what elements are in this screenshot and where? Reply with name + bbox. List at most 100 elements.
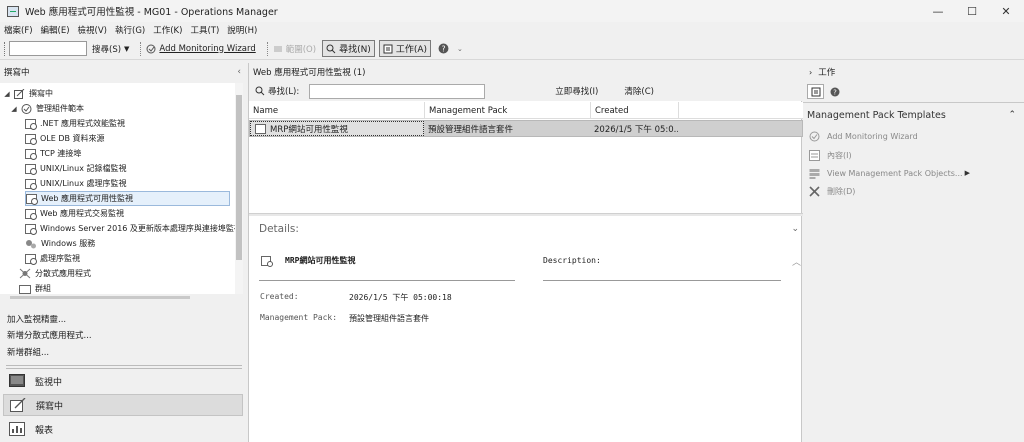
task-delete[interactable]: 刪除(D) — [809, 184, 855, 198]
tree-node-template[interactable]: .NET 應用程式效能監視 — [25, 116, 125, 131]
tree-node-template-selected[interactable]: Web 應用程式可用性監視 — [25, 191, 230, 206]
tree-node-mp-templates[interactable]: ◢ 管理組件範本 — [9, 101, 84, 116]
clear-link[interactable]: 清除(C) — [624, 85, 654, 97]
menu-help[interactable]: 說明(H) — [227, 24, 257, 36]
menu-file[interactable]: 檔案(F) — [4, 24, 33, 36]
monitoring-icon — [9, 374, 25, 387]
cell-name[interactable]: MRP網站可用性監視 — [250, 121, 424, 136]
table-row[interactable]: MRP網站可用性監視 預設管理組件語言套件 2026/1/5 下午 05:0..… — [249, 120, 803, 137]
help-icon[interactable]: ? — [438, 43, 449, 54]
details-underline — [543, 280, 781, 281]
tasks-toggle-button[interactable]: 工作(A) — [378, 40, 432, 57]
expand-arrow-icon[interactable]: ◢ — [2, 90, 12, 98]
new-distributed-app-link[interactable]: 新增分散式應用程式... — [7, 329, 92, 341]
wunderbar-authoring[interactable]: 撰寫中 — [3, 394, 243, 416]
minimize-button[interactable]: — — [921, 0, 955, 22]
task-properties[interactable]: 內容(I) — [809, 148, 852, 162]
column-header-created[interactable]: Created — [591, 102, 679, 119]
distributed-app-icon — [19, 268, 31, 279]
add-monitoring-wizard-label: Add Monitoring Wizard — [159, 43, 256, 54]
template-icon — [25, 178, 37, 190]
find-input[interactable] — [309, 83, 486, 99]
tree-node-distributed-apps[interactable]: 分散式應用程式 — [19, 266, 91, 281]
details-splitter[interactable] — [249, 213, 803, 216]
find-field-label: 尋找(L): — [268, 87, 300, 97]
task-add-monitoring-wizard[interactable]: Add Monitoring Wizard — [809, 129, 918, 143]
wunderbar-label: 監視中 — [35, 377, 63, 388]
toolbar-search-input[interactable] — [9, 41, 87, 56]
tree-node-groups[interactable]: 群組 — [19, 281, 51, 294]
tree-vertical-scrollbar[interactable] — [235, 83, 243, 294]
groups-icon — [19, 284, 31, 294]
find-label: 尋找(N) — [339, 45, 371, 55]
menu-tools[interactable]: 工具(T) — [190, 24, 219, 36]
tree-node-template[interactable]: Web 應用程式交易監視 — [25, 206, 124, 221]
tree-node-template[interactable]: Windows Server 2016 及更新版本處理序與連接埠監視 — [25, 221, 242, 236]
find-button[interactable]: 尋找(N) — [322, 40, 375, 57]
tree-node-template[interactable]: TCP 連接埠 — [25, 146, 81, 161]
wizard-icon — [146, 44, 156, 53]
authoring-icon — [14, 88, 25, 99]
details-mp-value: 預設管理組件語言套件 — [349, 314, 429, 323]
wunderbar-reporting[interactable]: 報表 — [3, 418, 243, 440]
scrollbar-thumb[interactable] — [236, 95, 242, 260]
properties-icon — [809, 149, 820, 161]
wunderbar-splitter[interactable] — [6, 365, 242, 369]
scope-icon — [273, 45, 282, 52]
details-collapse-icon[interactable]: ⌄ — [791, 224, 799, 234]
tree-node-template[interactable]: UNIX/Linux 記錄檔監視 — [25, 161, 126, 176]
new-group-link[interactable]: 新增群組... — [7, 346, 49, 358]
details-underline — [259, 280, 515, 281]
column-header-management-pack[interactable]: Management Pack — [425, 102, 591, 119]
menu-go[interactable]: 執行(G) — [115, 24, 145, 36]
tab-tasks[interactable] — [807, 84, 824, 99]
template-icon — [25, 208, 37, 220]
mp-templates-section-header[interactable]: Management Pack Templates ⌃ — [807, 107, 1020, 123]
add-monitoring-wizard-button[interactable]: Add Monitoring Wizard — [146, 43, 256, 54]
tree-horizontal-scrollbar[interactable] — [10, 296, 190, 299]
template-icon — [25, 223, 37, 235]
search-dropdown-button[interactable]: 搜尋(S) ▼ — [92, 43, 129, 55]
expand-arrow-icon[interactable]: ◢ — [9, 105, 19, 113]
toolbar-separator — [266, 41, 268, 56]
menu-tasks[interactable]: 工作(K) — [153, 24, 182, 36]
wunderbar-label: 報表 — [35, 425, 54, 436]
app-icon — [7, 5, 19, 17]
column-header-name[interactable]: Name — [249, 102, 425, 119]
tree-node-label: Web 應用程式交易監視 — [40, 209, 124, 218]
expand-pane-icon[interactable]: › — [809, 68, 812, 77]
tree-node-authoring[interactable]: ◢ 撰寫中 — [2, 86, 53, 101]
collapse-pane-icon[interactable]: ‹ — [237, 67, 241, 77]
tree-node-template[interactable]: OLE DB 資料來源 — [25, 131, 105, 146]
tasks-tab-strip: ? — [807, 84, 845, 100]
task-label: Add Monitoring Wizard — [827, 131, 918, 141]
menu-view[interactable]: 檢視(V) — [78, 24, 107, 36]
find-now-link[interactable]: 立即尋找(I) — [555, 85, 598, 97]
tree-node-template[interactable]: Windows 服務 — [25, 236, 95, 251]
toolbar-overflow-icon[interactable]: ⌄ — [457, 45, 463, 53]
reporting-icon — [9, 422, 25, 436]
cell-created: 2026/1/5 下午 05:0... — [594, 124, 678, 135]
tree-node-template[interactable]: 處理序監視 — [25, 251, 80, 266]
title-bar: Web 應用程式可用性監視 - MG01 - Operations Manage… — [0, 0, 1024, 22]
task-view-mp-objects[interactable]: View Management Pack Objects... ▶ — [809, 166, 970, 180]
scope-button[interactable]: 範圍(O) — [273, 43, 316, 55]
close-button[interactable]: ✕ — [989, 0, 1023, 22]
navigation-header: 撰寫中 ‹ — [0, 63, 247, 81]
details-mp-label: Management Pack: — [260, 313, 338, 322]
menu-edit[interactable]: 編輯(E) — [41, 24, 70, 36]
chevron-up-icon[interactable]: ⌃ — [1008, 110, 1016, 120]
menu-bar: 檔案(F) 編輯(E) 檢視(V) 執行(G) 工作(K) 工具(T) 說明(H… — [0, 22, 1024, 38]
tree-node-template[interactable]: UNIX/Linux 處理序監視 — [25, 176, 126, 191]
tree-node-label: Web 應用程式可用性監視 — [41, 194, 133, 203]
navigation-pane: 撰寫中 ‹ ◢ 撰寫中 ◢ 管理組件範本 .NET 應用程式效能監視 OLE D… — [0, 63, 247, 442]
wunderbar-monitoring[interactable]: 監視中 — [3, 370, 243, 392]
details-scroll-up-icon[interactable]: ︿ — [792, 255, 801, 268]
grid-header: Name Management Pack Created — [249, 102, 803, 119]
authoring-icon — [10, 398, 26, 412]
tab-help[interactable]: ? — [826, 84, 843, 99]
tree-node-label: 管理組件範本 — [36, 104, 84, 113]
tree-node-label: 處理序監視 — [40, 254, 80, 263]
maximize-button[interactable]: ☐ — [955, 0, 989, 22]
add-monitoring-wizard-link[interactable]: 加入監視精靈... — [7, 313, 66, 325]
